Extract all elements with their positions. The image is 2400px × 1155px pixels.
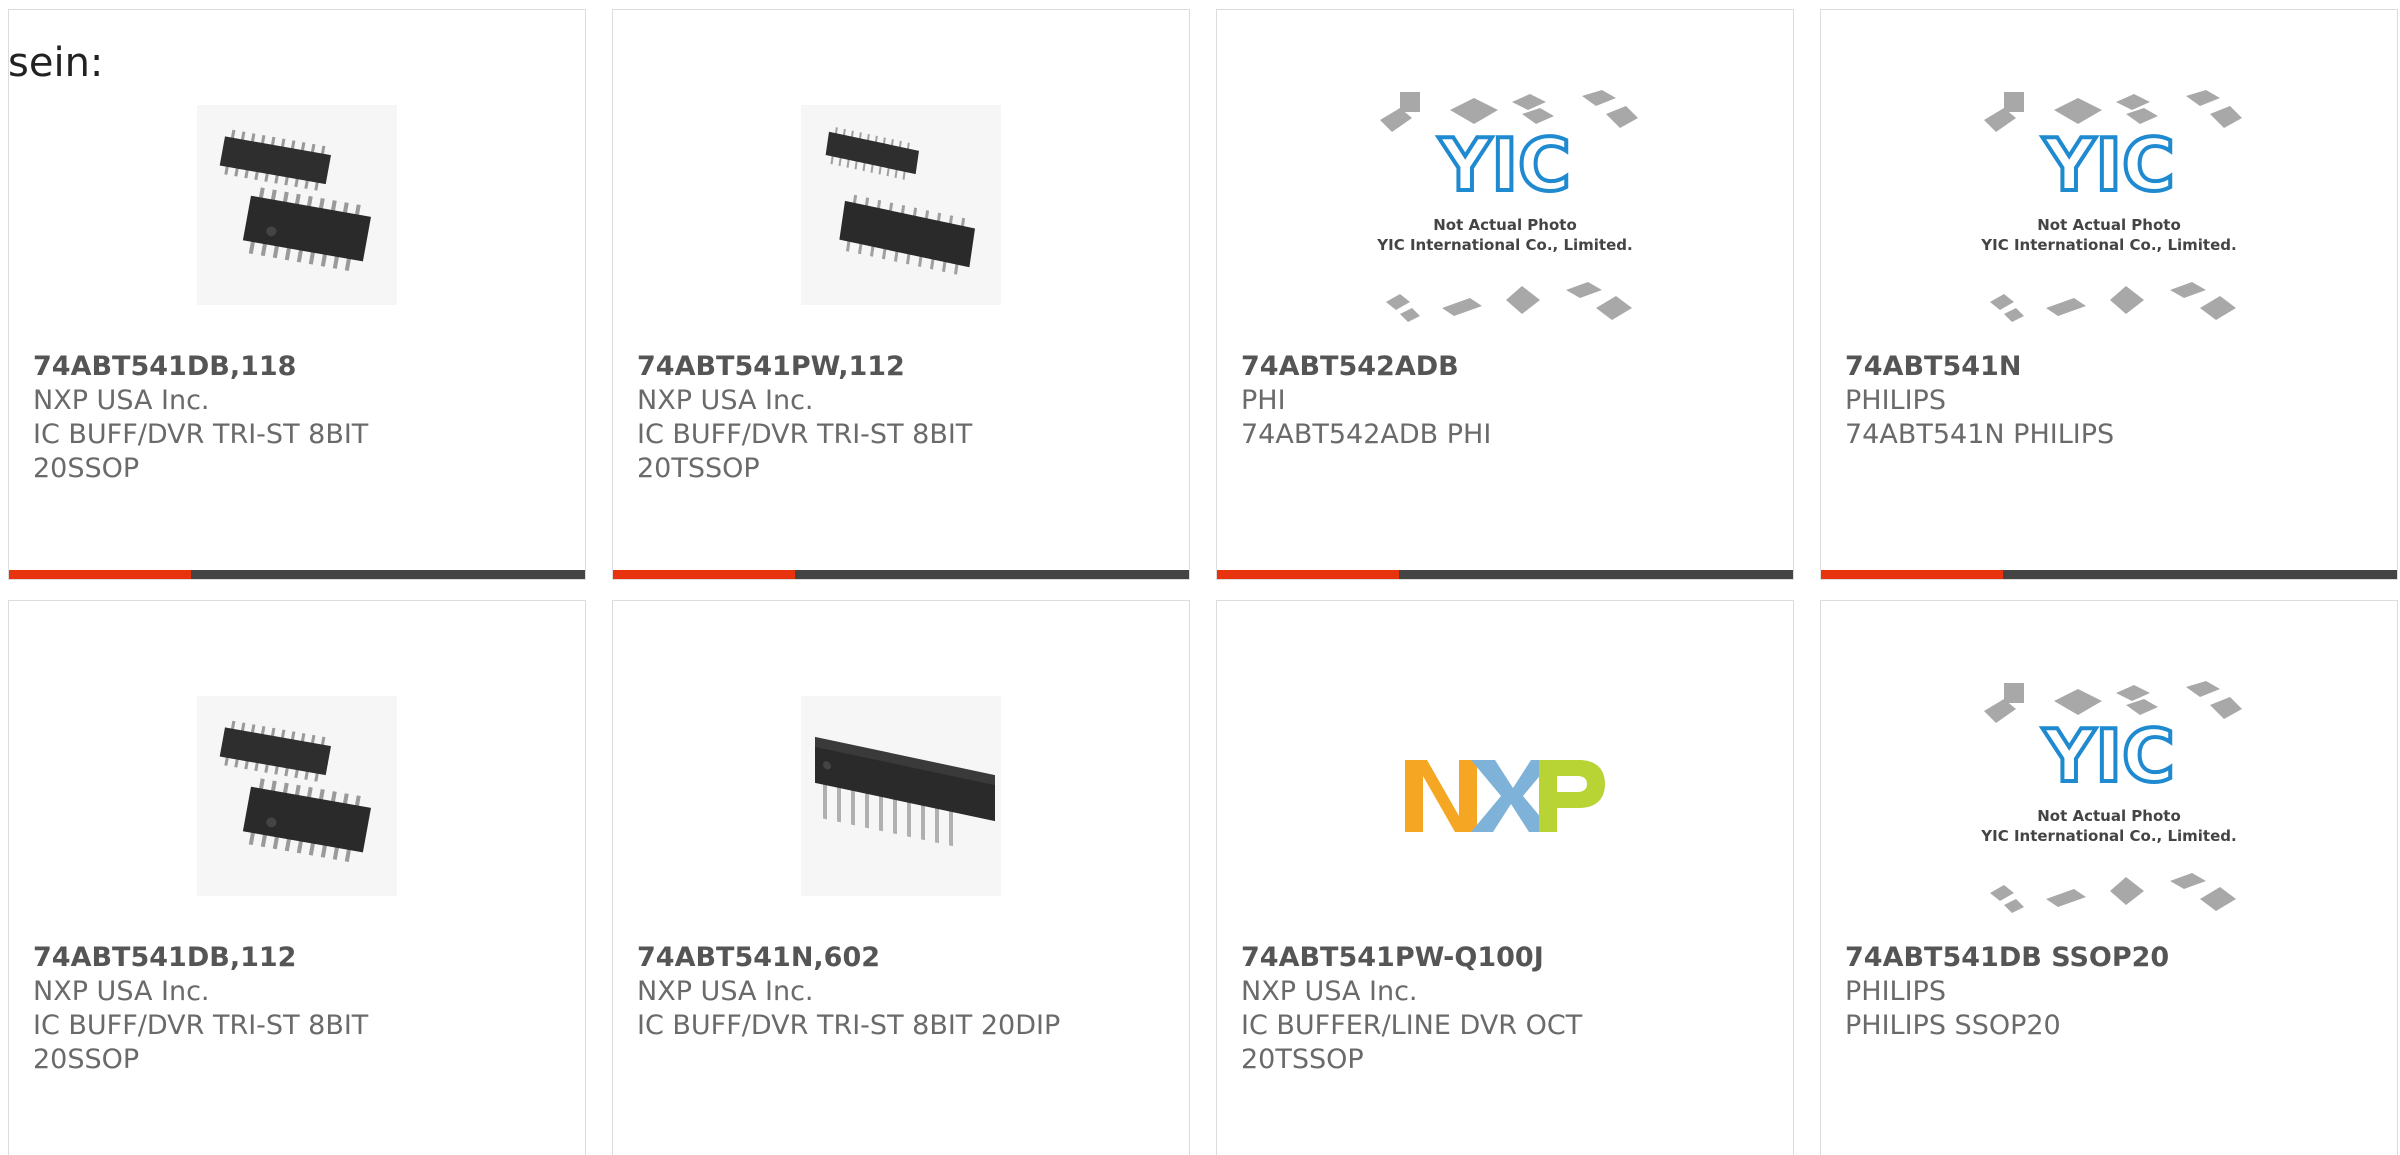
placeholder-caption: Not Actual Photo bbox=[1433, 216, 1577, 234]
part-number[interactable]: 74ABT541N bbox=[1845, 350, 2377, 384]
manufacturer: PHILIPS bbox=[1845, 385, 1946, 416]
description: IC BUFF/DVR TRI-ST 8BIT 20SSOP bbox=[33, 419, 369, 484]
product-info: 74ABT541PW-Q100J NXP USA Inc. IC BUFFER/… bbox=[1241, 941, 1773, 1077]
card-bottom-bar bbox=[1217, 570, 1793, 579]
description: IC BUFF/DVR TRI-ST 8BIT 20TSSOP bbox=[637, 419, 973, 484]
svg-text:YIC: YIC bbox=[2042, 714, 2175, 798]
yic-placeholder-icon: YIC Not Actual Photo YIC International C… bbox=[1969, 70, 2249, 340]
part-number[interactable]: 74ABT541N,602 bbox=[637, 941, 1169, 975]
ssop-chip-icon bbox=[157, 661, 437, 931]
part-number[interactable]: 74ABT541DB SSOP20 bbox=[1845, 941, 2377, 975]
part-number[interactable]: 74ABT542ADB bbox=[1241, 350, 1773, 384]
placeholder-company: YIC International Co., Limited. bbox=[1980, 236, 2236, 254]
manufacturer: NXP USA Inc. bbox=[1241, 976, 1418, 1007]
product-info: 74ABT541N,602 NXP USA Inc. IC BUFF/DVR T… bbox=[637, 941, 1169, 1043]
nxp-logo bbox=[1365, 661, 1645, 931]
manufacturer: NXP USA Inc. bbox=[33, 976, 210, 1007]
card-accent-bar bbox=[9, 570, 191, 579]
placeholder-company: YIC International Co., Limited. bbox=[1376, 236, 1632, 254]
ssop-chip-icon bbox=[157, 70, 437, 340]
description: IC BUFF/DVR TRI-ST 8BIT 20DIP bbox=[637, 1010, 1061, 1041]
product-grid-page: sein: 74ABT541DB,118 NXP USA Inc. IC BUF… bbox=[0, 0, 2400, 1155]
product-card[interactable]: YIC Not Actual Photo YIC International C… bbox=[1216, 9, 1794, 580]
product-card[interactable]: YIC Not Actual Photo YIC International C… bbox=[1820, 600, 2398, 1155]
card-bottom-bar bbox=[1821, 570, 2397, 579]
card-bottom-bar bbox=[613, 570, 1189, 579]
product-card[interactable]: YIC Not Actual Photo YIC International C… bbox=[1820, 9, 2398, 580]
svg-text:YIC: YIC bbox=[2042, 123, 2175, 207]
placeholder-caption: Not Actual Photo bbox=[2037, 807, 2181, 825]
part-number[interactable]: 74ABT541DB,112 bbox=[33, 941, 565, 975]
manufacturer: PHILIPS bbox=[1845, 976, 1946, 1007]
product-info: 74ABT541DB,118 NXP USA Inc. IC BUFF/DVR … bbox=[33, 350, 565, 486]
manufacturer: NXP USA Inc. bbox=[637, 385, 814, 416]
product-info: 74ABT541DB SSOP20 PHILIPS PHILIPS SSOP20 bbox=[1845, 941, 2377, 1043]
placeholder-caption: Not Actual Photo bbox=[2037, 216, 2181, 234]
description: PHILIPS SSOP20 bbox=[1845, 1010, 2061, 1041]
product-card[interactable]: 74ABT541PW-Q100J NXP USA Inc. IC BUFFER/… bbox=[1216, 600, 1794, 1155]
product-card[interactable]: 74ABT541PW,112 NXP USA Inc. IC BUFF/DVR … bbox=[612, 9, 1190, 580]
description: IC BUFF/DVR TRI-ST 8BIT 20SSOP bbox=[33, 1010, 369, 1075]
product-info: 74ABT541PW,112 NXP USA Inc. IC BUFF/DVR … bbox=[637, 350, 1169, 486]
dip-chip-icon bbox=[761, 661, 1041, 931]
manufacturer: PHI bbox=[1241, 385, 1286, 416]
part-number[interactable]: 74ABT541DB,118 bbox=[33, 350, 565, 384]
placeholder-company: YIC International Co., Limited. bbox=[1980, 827, 2236, 845]
description: 74ABT542ADB PHI bbox=[1241, 419, 1492, 450]
part-number[interactable]: 74ABT541PW-Q100J bbox=[1241, 941, 1773, 975]
yic-placeholder-icon: YIC Not Actual Photo YIC International C… bbox=[1365, 70, 1645, 340]
manufacturer: NXP USA Inc. bbox=[33, 385, 210, 416]
description: 74ABT541N PHILIPS bbox=[1845, 419, 2115, 450]
part-number[interactable]: 74ABT541PW,112 bbox=[637, 350, 1169, 384]
description: IC BUFFER/LINE DVR OCT 20TSSOP bbox=[1241, 1010, 1583, 1075]
card-accent-bar bbox=[1217, 570, 1399, 579]
card-accent-bar bbox=[613, 570, 795, 579]
svg-text:YIC: YIC bbox=[1438, 123, 1571, 207]
tssop-chip-icon bbox=[761, 70, 1041, 340]
product-card[interactable]: 74ABT541DB,118 NXP USA Inc. IC BUFF/DVR … bbox=[8, 9, 586, 580]
card-accent-bar bbox=[1821, 570, 2003, 579]
yic-placeholder-icon: YIC Not Actual Photo YIC International C… bbox=[1969, 661, 2249, 931]
intro-text: sein: bbox=[8, 40, 104, 86]
manufacturer: NXP USA Inc. bbox=[637, 976, 814, 1007]
product-card[interactable]: 74ABT541DB,112 NXP USA Inc. IC BUFF/DVR … bbox=[8, 600, 586, 1155]
product-card[interactable]: 74ABT541N,602 NXP USA Inc. IC BUFF/DVR T… bbox=[612, 600, 1190, 1155]
product-info: 74ABT541N PHILIPS 74ABT541N PHILIPS bbox=[1845, 350, 2377, 452]
product-info: 74ABT542ADB PHI 74ABT542ADB PHI bbox=[1241, 350, 1773, 452]
card-bottom-bar bbox=[9, 570, 585, 579]
product-info: 74ABT541DB,112 NXP USA Inc. IC BUFF/DVR … bbox=[33, 941, 565, 1077]
